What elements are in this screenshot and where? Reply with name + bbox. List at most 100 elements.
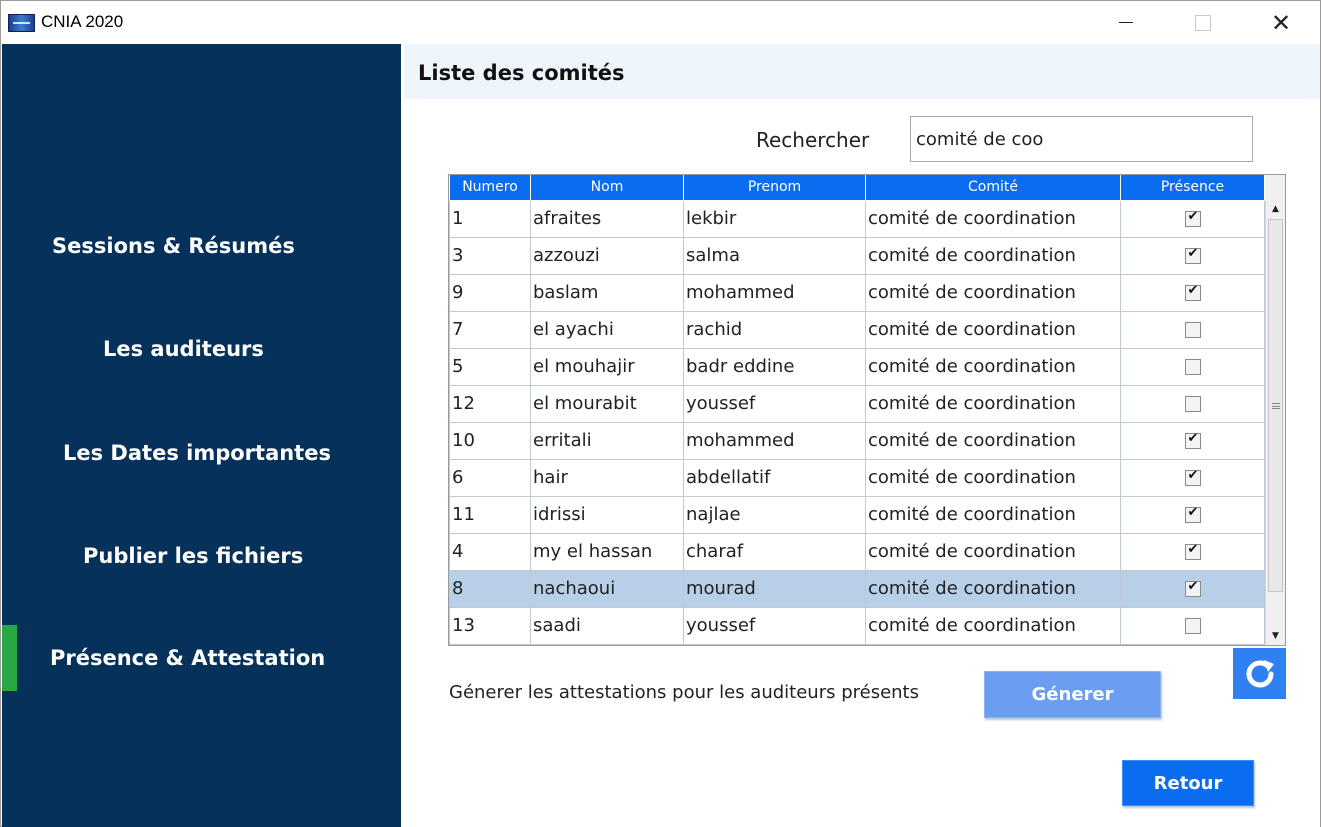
table-row[interactable]: 1 afraites lekbir comité de coordination: [449, 199, 1265, 238]
sidebar-item-auditeurs[interactable]: Les auditeurs: [2, 319, 401, 379]
maximize-icon: [1195, 14, 1211, 31]
cell-nom: idrissi: [530, 495, 684, 534]
sidebar-item-sessions[interactable]: Sessions & Résumés: [2, 216, 401, 276]
sidebar-item-fichiers[interactable]: Publier les fichiers: [2, 526, 401, 586]
cell-nom: el ayachi: [530, 310, 684, 349]
table-row[interactable]: 6 hair abdellatif comité de coordination: [449, 458, 1265, 497]
cell-comite: comité de coordination: [865, 458, 1121, 497]
presence-checkbox[interactable]: [1184, 283, 1201, 301]
cell-comite: comité de coordination: [865, 273, 1121, 312]
main-content: Liste des comités Rechercher Numero Nom …: [401, 44, 1320, 827]
cell-presence: [1120, 495, 1265, 534]
cell-prenom: najlae: [683, 495, 866, 534]
cell-comite: comité de coordination: [865, 384, 1121, 423]
cell-presence: [1120, 199, 1265, 238]
generate-button[interactable]: Génerer: [984, 671, 1161, 718]
cell-prenom: salma: [683, 236, 866, 275]
cell-nom: el mouhajir: [530, 347, 684, 386]
refresh-button[interactable]: [1233, 648, 1286, 699]
cell-prenom: youssef: [683, 606, 866, 645]
scrollbar-thumb[interactable]: [1268, 219, 1283, 592]
cell-nom: afraites: [530, 199, 684, 238]
cell-numero: 8: [449, 569, 531, 608]
presence-checkbox[interactable]: [1184, 396, 1201, 412]
app-logo-icon: [8, 14, 35, 32]
cell-prenom: charaf: [683, 532, 866, 571]
sidebar-item-dates[interactable]: Les Dates importantes: [2, 423, 401, 483]
scroll-up-icon[interactable]: ▲: [1266, 200, 1285, 218]
maximize-button[interactable]: [1164, 1, 1242, 44]
scroll-down-icon[interactable]: ▼: [1266, 627, 1285, 645]
presence-checkbox[interactable]: [1184, 431, 1201, 449]
vertical-scrollbar[interactable]: ▲ ▼: [1265, 200, 1285, 645]
cell-numero: 3: [449, 236, 531, 275]
column-header-presence[interactable]: Présence: [1120, 175, 1265, 201]
cell-presence: [1120, 606, 1265, 645]
generate-label: Génerer les attestations pour les audite…: [449, 682, 919, 703]
back-button[interactable]: Retour: [1122, 760, 1254, 806]
page-title: Liste des comités: [418, 61, 625, 85]
cell-numero: 1: [449, 199, 531, 238]
cell-presence: [1120, 532, 1265, 571]
cell-presence: [1120, 458, 1265, 497]
table-row[interactable]: 8 nachaoui mourad comité de coordination: [449, 569, 1265, 608]
close-button[interactable]: ✕: [1242, 1, 1320, 44]
table-row[interactable]: 12 el mourabit youssef comité de coordinat…: [449, 384, 1265, 423]
cell-prenom: mourad: [683, 569, 866, 608]
cell-presence: [1120, 310, 1265, 349]
minimize-icon: [1119, 22, 1133, 23]
column-header-comite[interactable]: Comité: [865, 175, 1121, 201]
title-bar: CNIA 2020 ✕: [1, 1, 1320, 44]
table-row[interactable]: 5 el mouhajir badr eddine comité de coordin…: [449, 347, 1265, 386]
table-row[interactable]: 7 el ayachi rachid comité de coordination: [449, 310, 1265, 349]
table-row[interactable]: 4 my el hassan charaf comité de coordinatio…: [449, 532, 1265, 571]
cell-presence: [1120, 384, 1265, 423]
table-body: 1afraiteslekbircomité de coordination3az…: [449, 199, 1265, 645]
presence-checkbox[interactable]: [1184, 618, 1201, 634]
column-header-nom[interactable]: Nom: [530, 175, 684, 201]
cell-comite: comité de coordination: [865, 606, 1121, 645]
table-row[interactable]: 10 erritali mohammed comité de coordination: [449, 421, 1265, 460]
cell-comite: comité de coordination: [865, 199, 1121, 238]
presence-checkbox[interactable]: [1184, 322, 1201, 338]
refresh-icon: [1246, 659, 1274, 687]
presence-checkbox[interactable]: [1184, 359, 1201, 375]
cell-presence: [1120, 273, 1265, 312]
cell-prenom: mohammed: [683, 273, 866, 312]
column-header-prenom[interactable]: Prenom: [683, 175, 866, 201]
presence-checkbox[interactable]: [1184, 209, 1201, 227]
active-indicator: [2, 625, 17, 691]
cell-presence: [1120, 347, 1265, 386]
cell-prenom: mohammed: [683, 421, 866, 460]
cell-numero: 4: [449, 532, 531, 571]
cell-numero: 13: [449, 606, 531, 645]
cell-presence: [1120, 569, 1265, 608]
presence-checkbox[interactable]: [1184, 468, 1201, 486]
presence-checkbox[interactable]: [1184, 246, 1201, 264]
cell-nom: saadi: [530, 606, 684, 645]
grip-icon: [1272, 403, 1280, 409]
search-input[interactable]: [910, 116, 1253, 162]
window-title: CNIA 2020: [41, 12, 124, 31]
sidebar-item-presence[interactable]: Présence & Attestation: [2, 625, 401, 691]
table-row[interactable]: 3 azzouzi salma comité de coordination: [449, 236, 1265, 275]
presence-checkbox[interactable]: [1184, 505, 1201, 523]
presence-checkbox[interactable]: [1184, 579, 1201, 597]
table-header-row: Numero Nom Prenom Comité Présence: [449, 175, 1265, 201]
presence-checkbox[interactable]: [1184, 542, 1201, 560]
column-header-numero[interactable]: Numero: [449, 175, 531, 201]
header-corner: [1265, 175, 1285, 200]
sidebar-item-label: Présence & Attestation: [50, 646, 326, 670]
table-row[interactable]: 9 baslam mohammed comité de coordination: [449, 273, 1265, 312]
cell-nom: baslam: [530, 273, 684, 312]
cell-presence: [1120, 236, 1265, 275]
table-row[interactable]: 13 saadi youssef comité de coordination: [449, 606, 1265, 645]
cell-nom: my el hassan: [530, 532, 684, 571]
table-row[interactable]: 11 idrissi najlae comité de coordination: [449, 495, 1265, 534]
cell-prenom: rachid: [683, 310, 866, 349]
cell-comite: comité de coordination: [865, 310, 1121, 349]
sidebar: Sessions & Résumés Les auditeurs Les Dat…: [2, 44, 401, 827]
cell-numero: 9: [449, 273, 531, 312]
minimize-button[interactable]: [1087, 1, 1165, 44]
sidebar-item-label: Les auditeurs: [103, 337, 264, 361]
